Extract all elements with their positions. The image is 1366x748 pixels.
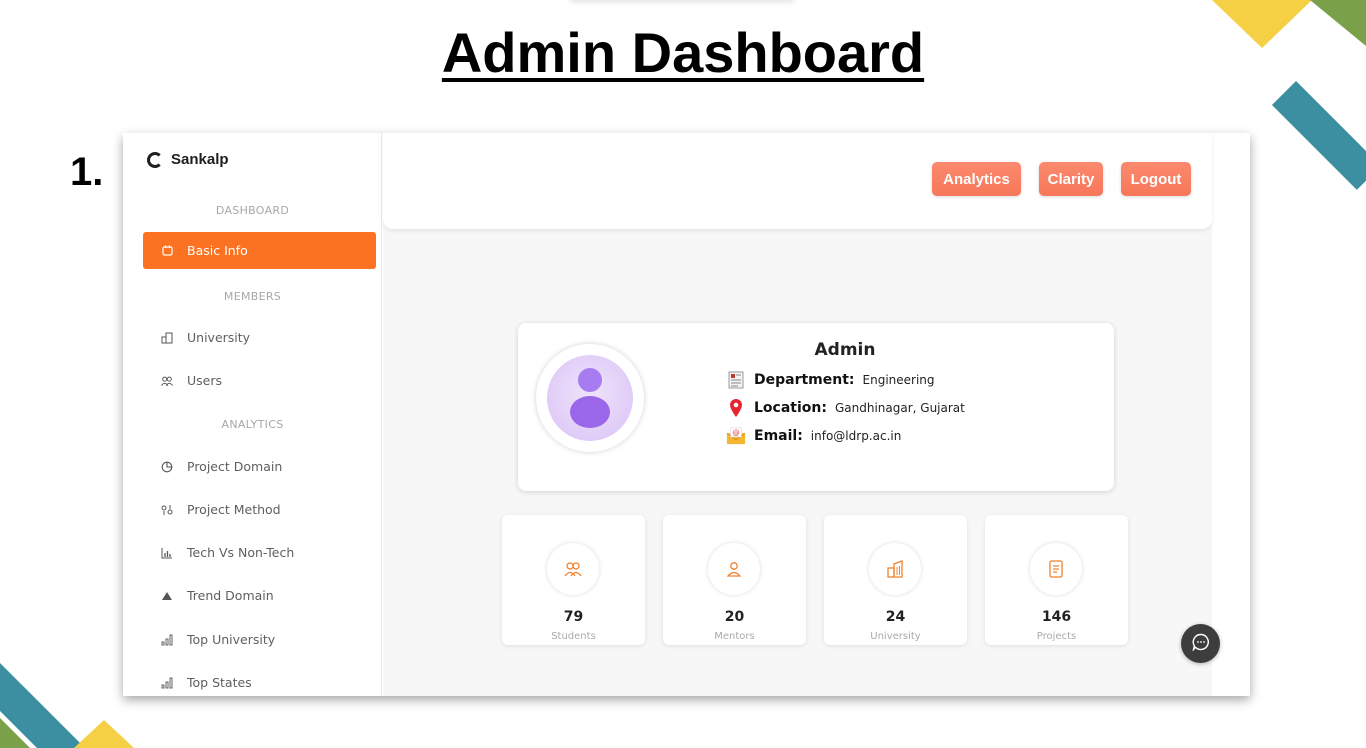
department-label: Department: [754, 372, 855, 388]
sidebar-item-label: Trend Domain [187, 588, 274, 603]
profile-card: Admin Department: Engineering Location: … [518, 323, 1114, 491]
email-envelope-icon: @ [726, 426, 746, 446]
stat-value: 79 [563, 609, 584, 625]
stat-value: 24 [885, 609, 906, 625]
building-icon [161, 332, 173, 344]
method-icon [161, 504, 173, 516]
chat-button[interactable] [1181, 624, 1220, 663]
clarity-button[interactable]: Clarity [1039, 162, 1103, 196]
avatar [536, 344, 644, 452]
profile-name: Admin [814, 340, 876, 360]
sidebar-item-trend-domain[interactable]: Trend Domain [143, 577, 376, 614]
person-icon [708, 543, 760, 595]
sidebar-item-label: Top States [187, 675, 252, 690]
stat-label: Projects [1036, 631, 1077, 642]
location-pin-icon [726, 398, 746, 418]
svg-text:@: @ [732, 428, 739, 437]
stat-value: 146 [1041, 609, 1072, 625]
sidebar-item-top-university[interactable]: Top University [143, 621, 376, 658]
brand[interactable]: Sankalp [147, 151, 229, 168]
decorative-bar-teal [1271, 80, 1366, 190]
resume-icon [726, 370, 746, 390]
sidebar-item-project-method[interactable]: Project Method [143, 491, 376, 528]
brand-logo-icon [147, 151, 163, 168]
stat-value: 20 [724, 609, 745, 625]
sidebar-section-dashboard: DASHBOARD [215, 204, 290, 217]
triangle-icon [161, 590, 173, 602]
sidebar-item-label: Tech Vs Non-Tech [187, 545, 295, 560]
chat-bubble-icon [1191, 633, 1210, 655]
sidebar-section-analytics: ANALYTICS [221, 418, 284, 431]
top-bar: Analytics Clarity Logout [383, 133, 1212, 229]
sidebar: Sankalp DASHBOARD Basic Info MEMBERS Uni… [123, 133, 382, 696]
department-row: Department: Engineering [726, 370, 935, 390]
location-label: Location: [754, 400, 827, 416]
location-row: Location: Gandhinagar, Gujarat [726, 398, 965, 418]
signal-bars-icon [161, 677, 173, 689]
stat-label: Students [551, 631, 596, 642]
analytics-button[interactable]: Analytics [932, 162, 1021, 196]
sidebar-item-label: Project Domain [187, 459, 283, 474]
pie-chart-icon [161, 461, 173, 473]
sidebar-item-label: Users [187, 373, 223, 388]
sidebar-item-users[interactable]: Users [143, 362, 376, 399]
stat-card-students[interactable]: 79 Students [502, 515, 645, 645]
sidebar-item-basic-info[interactable]: Basic Info [143, 232, 376, 269]
main-content: Analytics Clarity Logout Admin Departmen… [383, 133, 1212, 696]
email-label: Email: [754, 428, 803, 444]
stat-label: Mentors [714, 631, 755, 642]
building-icon [869, 543, 921, 595]
user-avatar-icon [547, 355, 633, 441]
slide-title: Admin Dashboard [441, 21, 925, 84]
stat-card-projects[interactable]: 146 Projects [985, 515, 1128, 645]
logout-button[interactable]: Logout [1121, 162, 1191, 196]
users-icon [547, 543, 599, 595]
calendar-icon [161, 245, 173, 257]
location-value: Gandhinagar, Gujarat [834, 401, 965, 415]
signal-bars-icon [161, 634, 173, 646]
brand-name: Sankalp [171, 151, 229, 168]
sidebar-item-label: University [187, 330, 251, 345]
stat-label: University [870, 631, 921, 642]
app-screenshot: Sankalp DASHBOARD Basic Info MEMBERS Uni… [123, 133, 1250, 696]
decorative-triangle-green [0, 718, 30, 748]
decorative-triangle-yellow [74, 720, 134, 748]
email-row: @ Email: info@ldrp.ac.in [726, 426, 901, 446]
bar-chart-icon [161, 547, 173, 559]
stat-card-university[interactable]: 24 University [824, 515, 967, 645]
sidebar-item-label: Top University [187, 632, 276, 647]
department-value: Engineering [862, 373, 935, 387]
step-number: 1. [70, 150, 104, 194]
stat-card-mentors[interactable]: 20 Mentors [663, 515, 806, 645]
email-value: info@ldrp.ac.in [810, 429, 902, 443]
sidebar-item-label: Project Method [187, 502, 281, 517]
sidebar-item-project-domain[interactable]: Project Domain [143, 448, 376, 485]
document-icon [1030, 543, 1082, 595]
sidebar-item-tech-vs-non-tech[interactable]: Tech Vs Non-Tech [143, 534, 376, 571]
sidebar-item-top-states[interactable]: Top States [143, 664, 376, 696]
sidebar-item-university[interactable]: University [143, 319, 376, 356]
users-icon [161, 375, 173, 387]
sidebar-section-members: MEMBERS [223, 290, 282, 303]
sidebar-item-label: Basic Info [187, 243, 248, 258]
